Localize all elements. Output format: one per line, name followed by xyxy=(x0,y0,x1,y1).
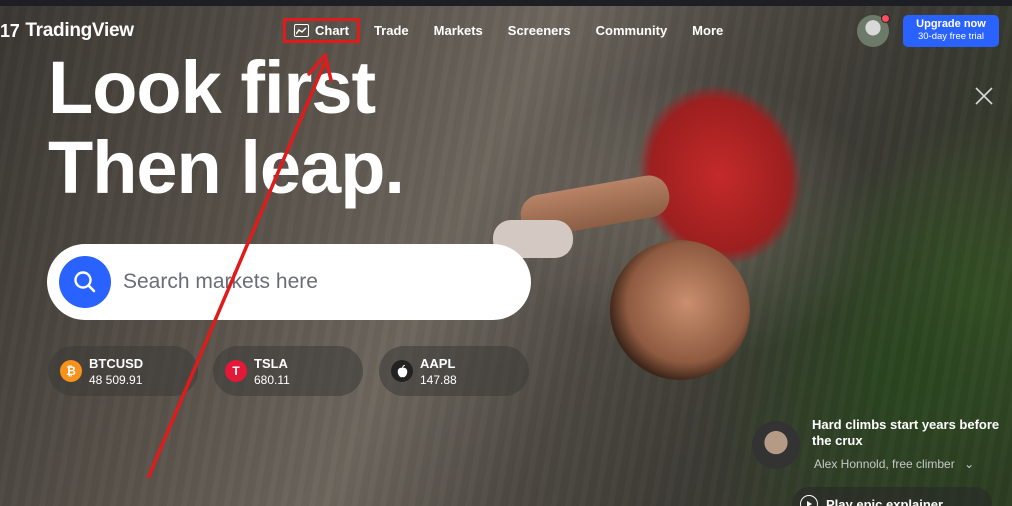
browser-top-strip xyxy=(0,0,1012,6)
chart-line-icon xyxy=(294,24,309,37)
bitcoin-icon: ₿ xyxy=(60,360,82,382)
search-icon xyxy=(74,271,96,293)
ticker-aapl[interactable]: AAPL 147.88 xyxy=(379,346,529,396)
ticker-symbol: BTCUSD xyxy=(89,355,144,371)
nav-item-chart[interactable]: Chart xyxy=(283,18,360,43)
nav-label-chart: Chart xyxy=(315,23,349,38)
search-bar[interactable] xyxy=(47,244,531,320)
logo-mark-icon: 17 xyxy=(0,20,20,41)
ticker-symbol: AAPL xyxy=(420,355,456,371)
play-explainer-button[interactable]: Play epic explainer xyxy=(792,487,992,506)
nav-item-trade[interactable]: Trade xyxy=(374,19,409,42)
apple-icon xyxy=(391,360,413,382)
nav-item-more[interactable]: More xyxy=(692,19,723,42)
tesla-icon: T xyxy=(225,360,247,382)
ticker-tsla[interactable]: T TSLA 680.11 xyxy=(213,346,363,396)
upgrade-sublabel: 30-day free trial xyxy=(917,31,984,42)
climber-head xyxy=(610,240,750,380)
chevron-down-icon[interactable]: ⌄ xyxy=(964,457,974,471)
ticker-symbol: TSLA xyxy=(254,355,288,371)
story-card[interactable]: Hard climbs start years before the crux … xyxy=(750,415,1012,506)
upgrade-label: Upgrade now xyxy=(916,18,986,30)
ticker-price: 48 509.91 xyxy=(89,372,143,387)
headline-line-2: Then leap. xyxy=(48,126,405,209)
play-label: Play epic explainer xyxy=(826,496,944,506)
headline-line-1: Look first xyxy=(48,46,376,129)
ticker-price: 680.11 xyxy=(254,372,290,387)
story-subtitle: Alex Honnold, free climber ⌄ xyxy=(814,457,974,471)
notification-dot xyxy=(881,14,890,23)
nav-item-community[interactable]: Community xyxy=(596,19,668,42)
nav-item-markets[interactable]: Markets xyxy=(434,19,483,42)
search-input[interactable] xyxy=(123,270,503,294)
user-avatar[interactable] xyxy=(857,14,890,47)
nav-item-screeners[interactable]: Screeners xyxy=(508,19,571,42)
climber-avatar xyxy=(752,421,800,469)
tradingview-logo[interactable]: 17 TradingView xyxy=(0,20,134,42)
story-author: Alex Honnold, free climber xyxy=(814,457,955,471)
hero-headline: Look first Then leap. xyxy=(48,46,405,209)
logo-text: TradingView xyxy=(25,20,134,41)
upgrade-button[interactable]: Upgrade now 30-day free trial xyxy=(903,15,999,47)
story-title: Hard climbs start years before the crux xyxy=(812,417,1000,448)
main-nav: Chart Trade Markets Screeners Community … xyxy=(283,18,748,43)
ticker-price: 147.88 xyxy=(420,372,457,387)
close-icon[interactable] xyxy=(972,84,996,108)
ticker-btcusd[interactable]: ₿ BTCUSD 48 509.91 xyxy=(48,346,198,396)
play-icon xyxy=(800,495,818,506)
search-button[interactable] xyxy=(59,256,111,308)
